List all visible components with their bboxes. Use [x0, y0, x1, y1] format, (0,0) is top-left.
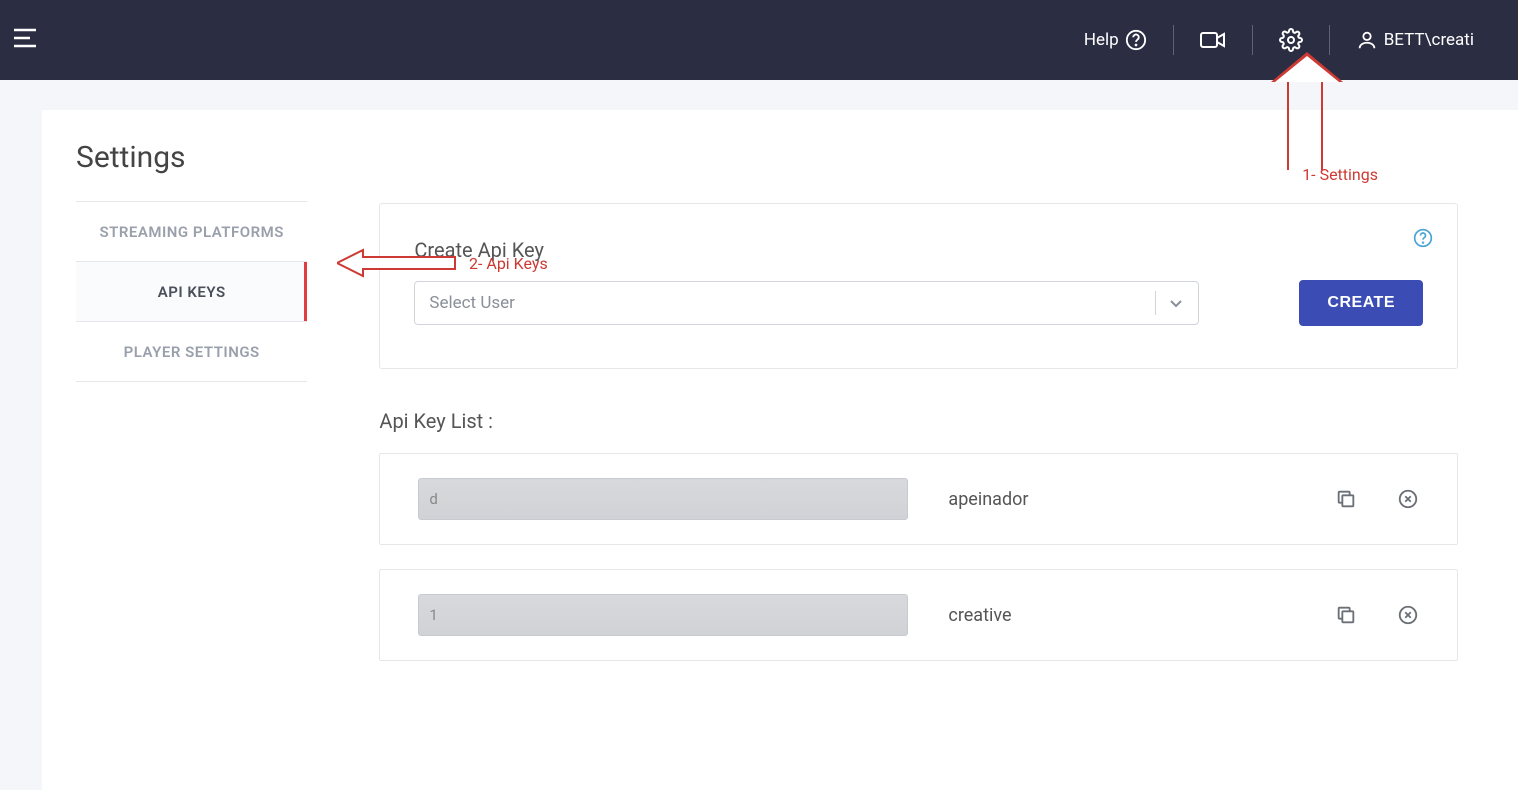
gear-icon	[1279, 28, 1303, 52]
copy-button[interactable]	[1335, 604, 1357, 626]
chevron-down-icon	[1168, 295, 1184, 311]
api-key-user: creative	[948, 605, 1295, 626]
video-icon	[1200, 30, 1226, 50]
tabs: STREAMING PLATFORMS API KEYS PLAYER SETT…	[76, 201, 307, 685]
help-icon	[1125, 29, 1147, 51]
username-label: BETT\creati	[1384, 30, 1474, 50]
tab-api-keys[interactable]: API KEYS	[76, 262, 307, 322]
copy-icon	[1335, 488, 1357, 510]
create-panel: Create Api Key Select User CREATE	[379, 203, 1458, 369]
annotation-arrow-up	[1287, 78, 1323, 170]
copy-icon	[1335, 604, 1357, 626]
create-row: Select User CREATE	[414, 280, 1423, 326]
menu-icon[interactable]	[12, 27, 38, 53]
user-icon	[1356, 29, 1378, 51]
video-button[interactable]	[1174, 30, 1252, 50]
api-key-value[interactable]: d	[418, 478, 908, 520]
create-button[interactable]: CREATE	[1299, 280, 1423, 326]
topbar-right: Help BETT\creati	[1058, 25, 1500, 55]
settings-button[interactable]	[1253, 28, 1329, 52]
select-separator	[1155, 291, 1156, 315]
select-placeholder: Select User	[429, 293, 515, 313]
api-key-user: apeinador	[948, 489, 1295, 510]
delete-button[interactable]	[1397, 604, 1419, 626]
content: Create Api Key Select User CREATE Api Ke…	[307, 201, 1518, 685]
help-link[interactable]: Help	[1058, 29, 1173, 51]
api-key-row: 1 creative	[379, 569, 1458, 661]
user-select[interactable]: Select User	[414, 281, 1199, 325]
page-container: Settings STREAMING PLATFORMS API KEYS PL…	[42, 110, 1518, 790]
user-menu[interactable]: BETT\creati	[1330, 29, 1500, 51]
delete-button[interactable]	[1397, 488, 1419, 510]
help-label: Help	[1084, 30, 1119, 50]
create-title: Create Api Key	[414, 238, 1423, 262]
list-title: Api Key List :	[379, 409, 1458, 433]
tab-streaming-platforms[interactable]: STREAMING PLATFORMS	[76, 202, 307, 262]
copy-button[interactable]	[1335, 488, 1357, 510]
api-key-row: d apeinador	[379, 453, 1458, 545]
close-circle-icon	[1397, 488, 1419, 510]
tab-player-settings[interactable]: PLAYER SETTINGS	[76, 322, 307, 382]
close-circle-icon	[1397, 604, 1419, 626]
layout: STREAMING PLATFORMS API KEYS PLAYER SETT…	[42, 201, 1518, 685]
panel-help-icon[interactable]	[1413, 228, 1433, 252]
api-key-value[interactable]: 1	[418, 594, 908, 636]
